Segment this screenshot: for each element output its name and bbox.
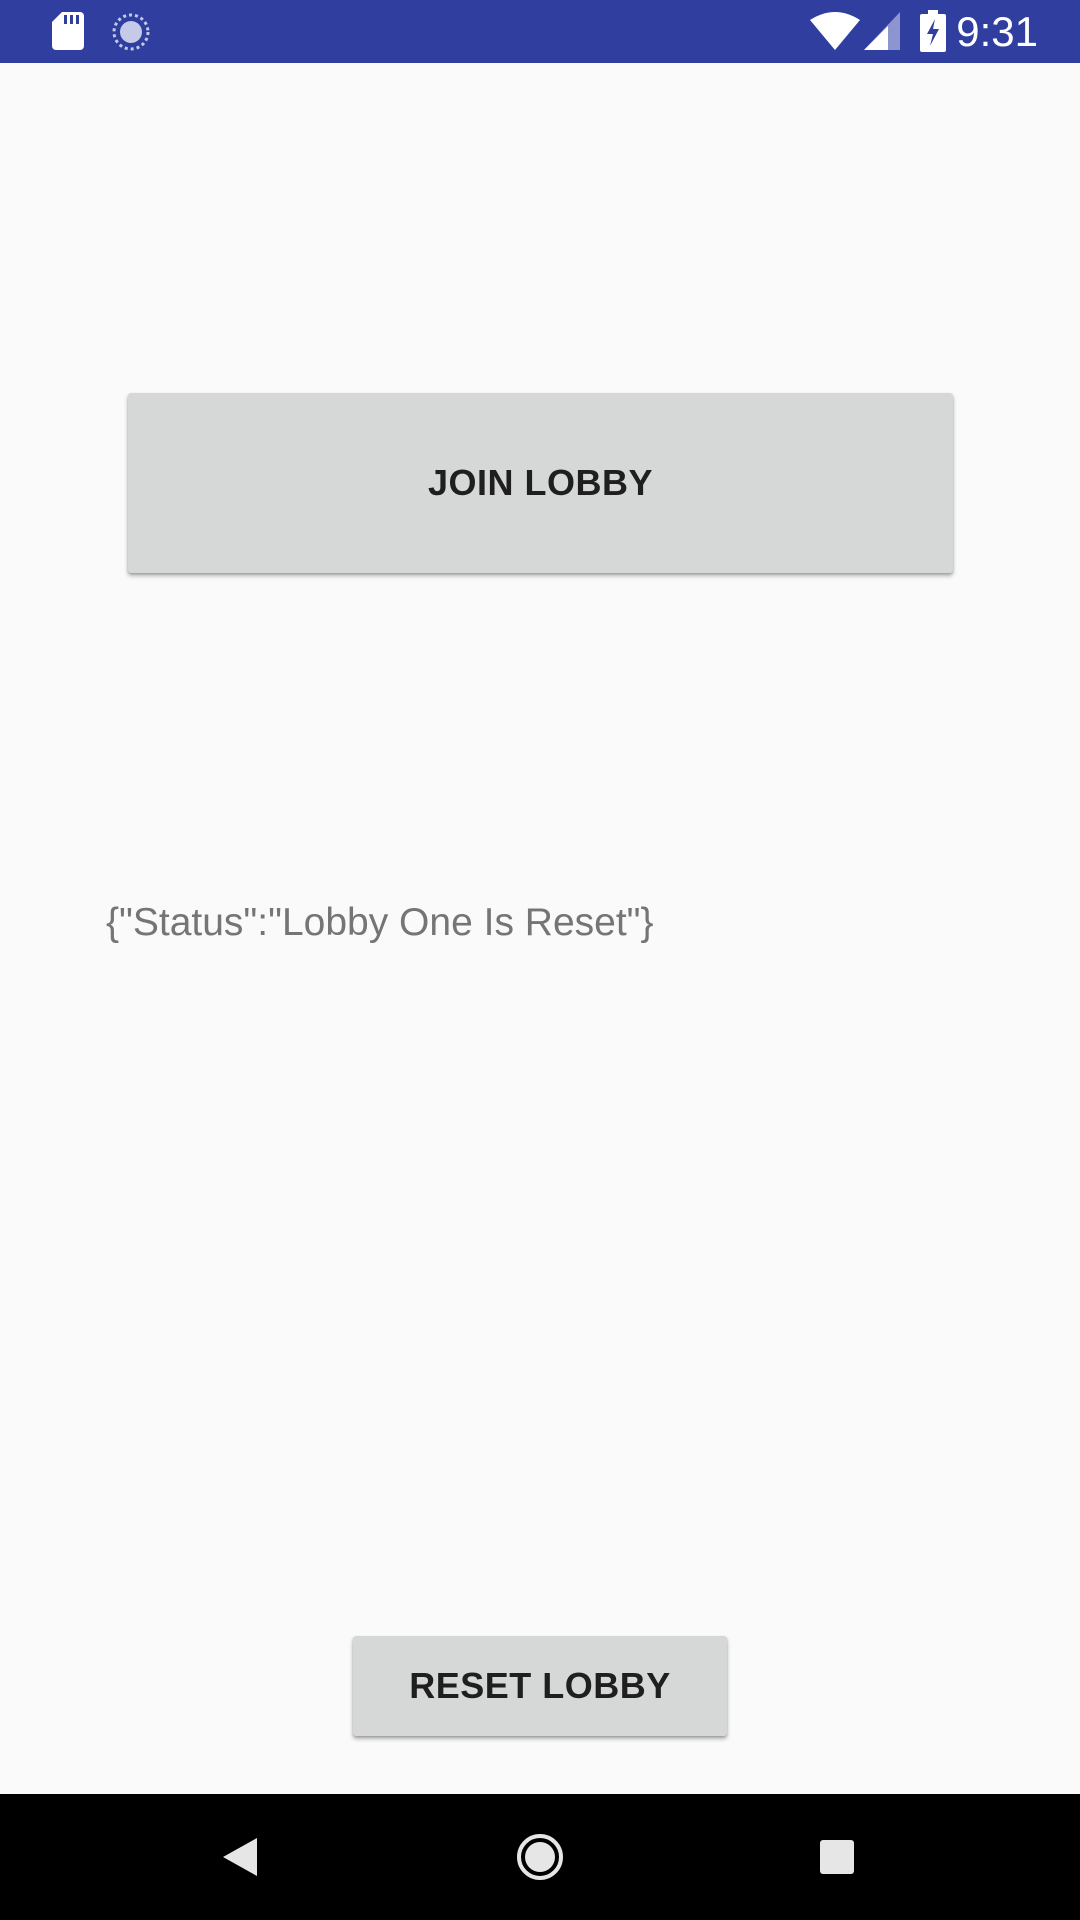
status-time: 9:31 bbox=[956, 8, 1038, 55]
status-message: {"Status":"Lobby One Is Reset"} bbox=[106, 901, 654, 944]
navigation-bar bbox=[0, 1794, 1080, 1920]
sd-card-icon bbox=[52, 12, 84, 50]
wifi-icon bbox=[810, 12, 860, 50]
nav-home-button[interactable] bbox=[460, 1794, 620, 1920]
cellular-signal-icon bbox=[864, 12, 900, 50]
status-bar: 9:31 bbox=[0, 0, 1080, 63]
sync-icon bbox=[112, 13, 150, 51]
home-icon bbox=[517, 1834, 563, 1880]
join-lobby-button[interactable]: JOIN LOBBY bbox=[128, 393, 953, 573]
reset-lobby-button[interactable]: RESET LOBBY bbox=[353, 1636, 727, 1736]
battery-charging-icon bbox=[920, 10, 946, 52]
recents-icon bbox=[820, 1840, 854, 1874]
nav-recents-button[interactable] bbox=[757, 1794, 917, 1920]
main-content: JOIN LOBBY {"Status":"Lobby One Is Reset… bbox=[0, 63, 1080, 1794]
nav-back-button[interactable] bbox=[161, 1794, 321, 1920]
back-icon bbox=[223, 1838, 257, 1876]
